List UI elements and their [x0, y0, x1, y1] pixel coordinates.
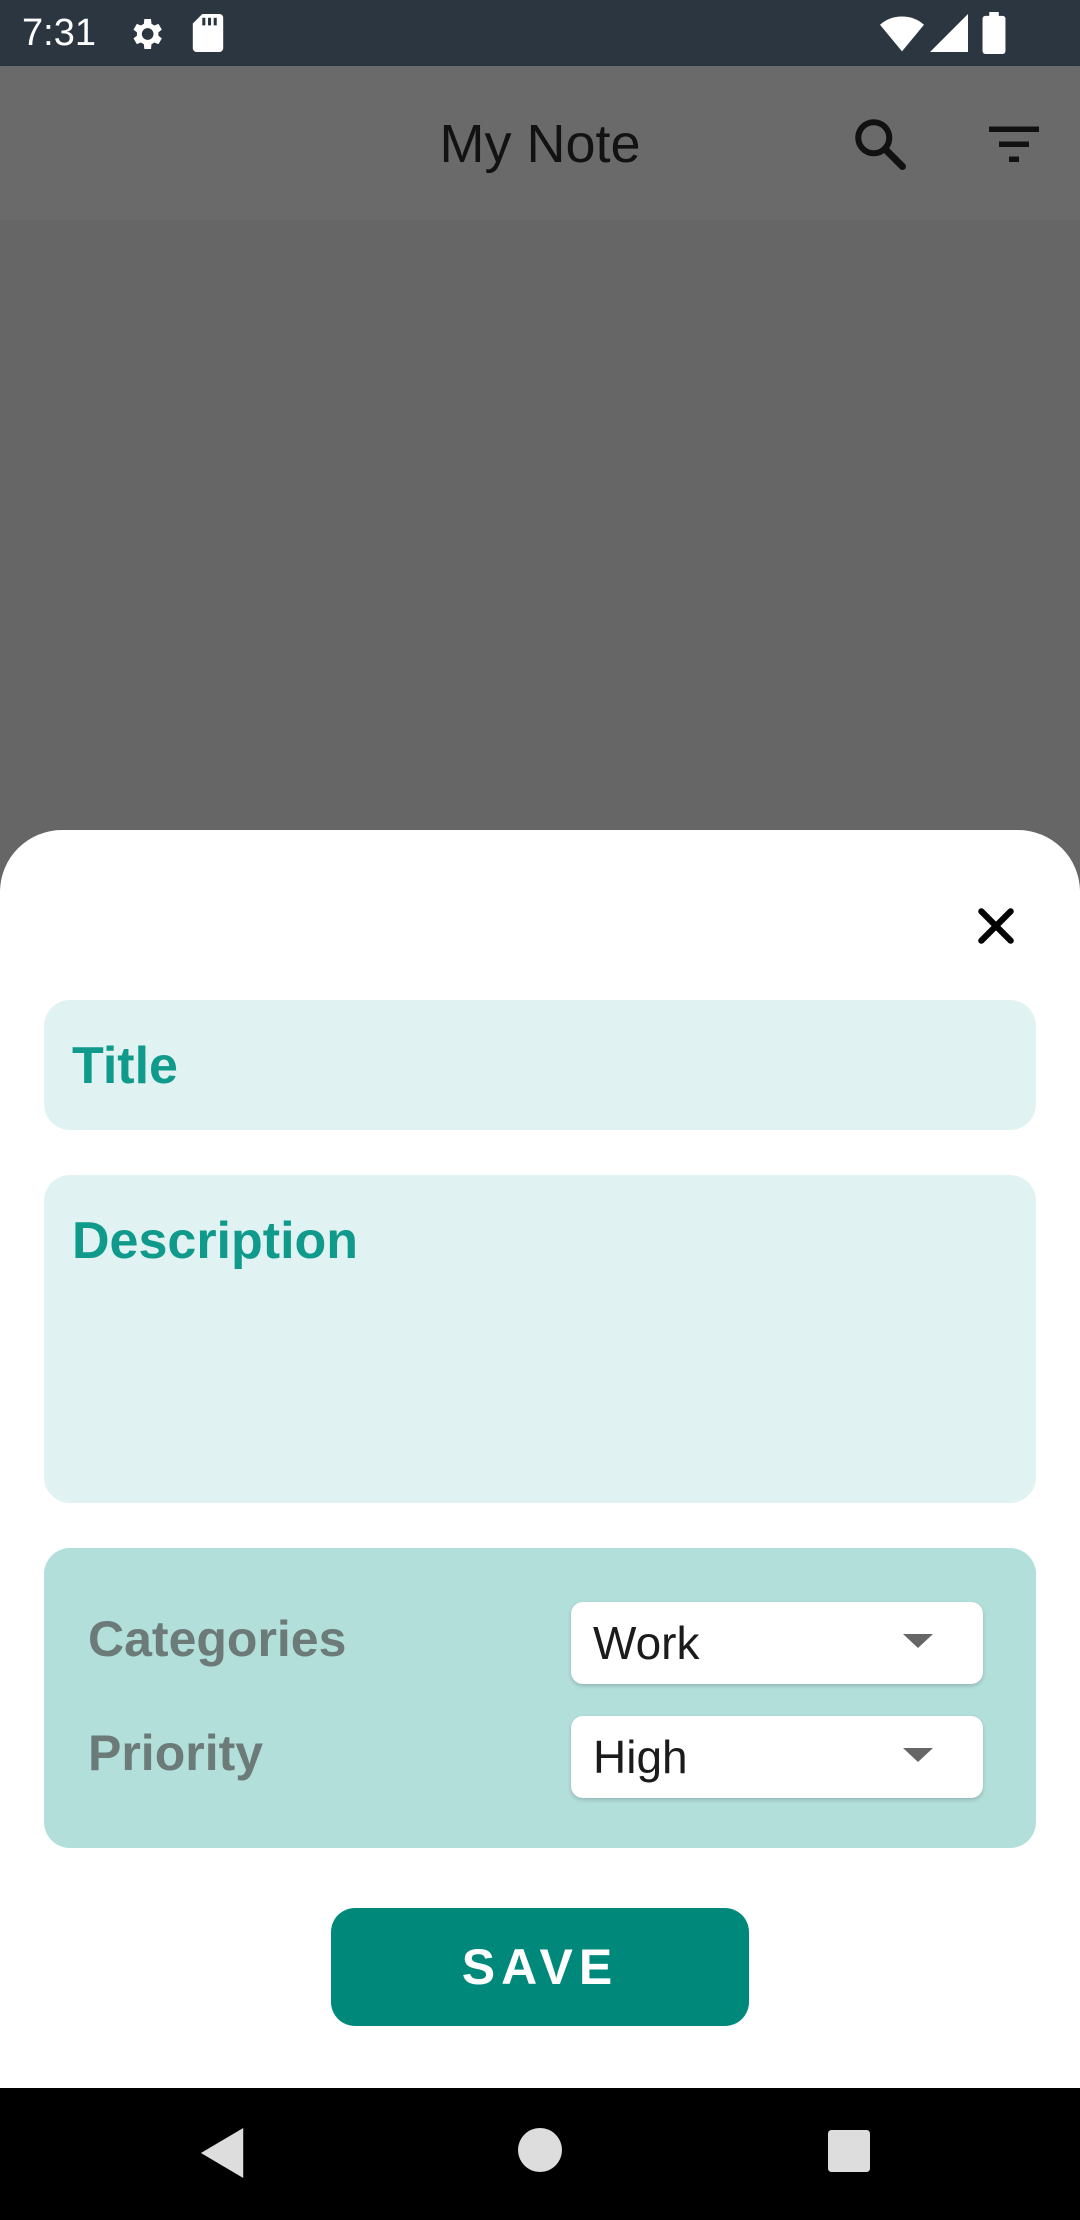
recents-icon[interactable] — [828, 2130, 870, 2177]
categories-value: Work — [593, 1617, 700, 1669]
search-icon[interactable] — [850, 114, 910, 174]
status-bar: 7:31 — [0, 0, 1080, 66]
description-input[interactable]: Description — [44, 1175, 1036, 1503]
sd-card-icon — [192, 14, 224, 57]
description-placeholder: Description — [72, 1212, 359, 1270]
navigation-bar — [0, 2088, 1080, 2220]
priority-value: High — [593, 1731, 688, 1783]
app-bar: My Note — [0, 66, 1080, 220]
title-placeholder: Title — [72, 1037, 178, 1095]
categories-dropdown[interactable]: Work — [571, 1602, 983, 1684]
priority-label: Priority — [88, 1725, 264, 1781]
save-button[interactable]: SAVE — [331, 1908, 749, 2026]
chevron-down-icon — [903, 1748, 933, 1769]
add-note-sheet: Title Description Categories Work Priori… — [0, 830, 1080, 2088]
options-panel: Categories Work Priority High — [44, 1548, 1036, 1848]
note-list-area — [0, 220, 1080, 830]
back-icon[interactable] — [200, 2128, 248, 2183]
categories-label: Categories — [88, 1611, 347, 1667]
battery-icon — [982, 12, 1006, 59]
settings-icon — [126, 14, 166, 59]
filter-icon[interactable] — [984, 114, 1044, 174]
page-title: My Note — [439, 114, 641, 174]
close-icon[interactable] — [960, 890, 1032, 962]
chevron-down-icon — [903, 1634, 933, 1655]
signal-icon — [930, 14, 968, 57]
title-input[interactable]: Title — [44, 1000, 1036, 1130]
home-icon[interactable] — [518, 2128, 562, 2177]
status-time: 7:31 — [22, 12, 96, 54]
wifi-icon — [880, 14, 924, 57]
priority-dropdown[interactable]: High — [571, 1716, 983, 1798]
